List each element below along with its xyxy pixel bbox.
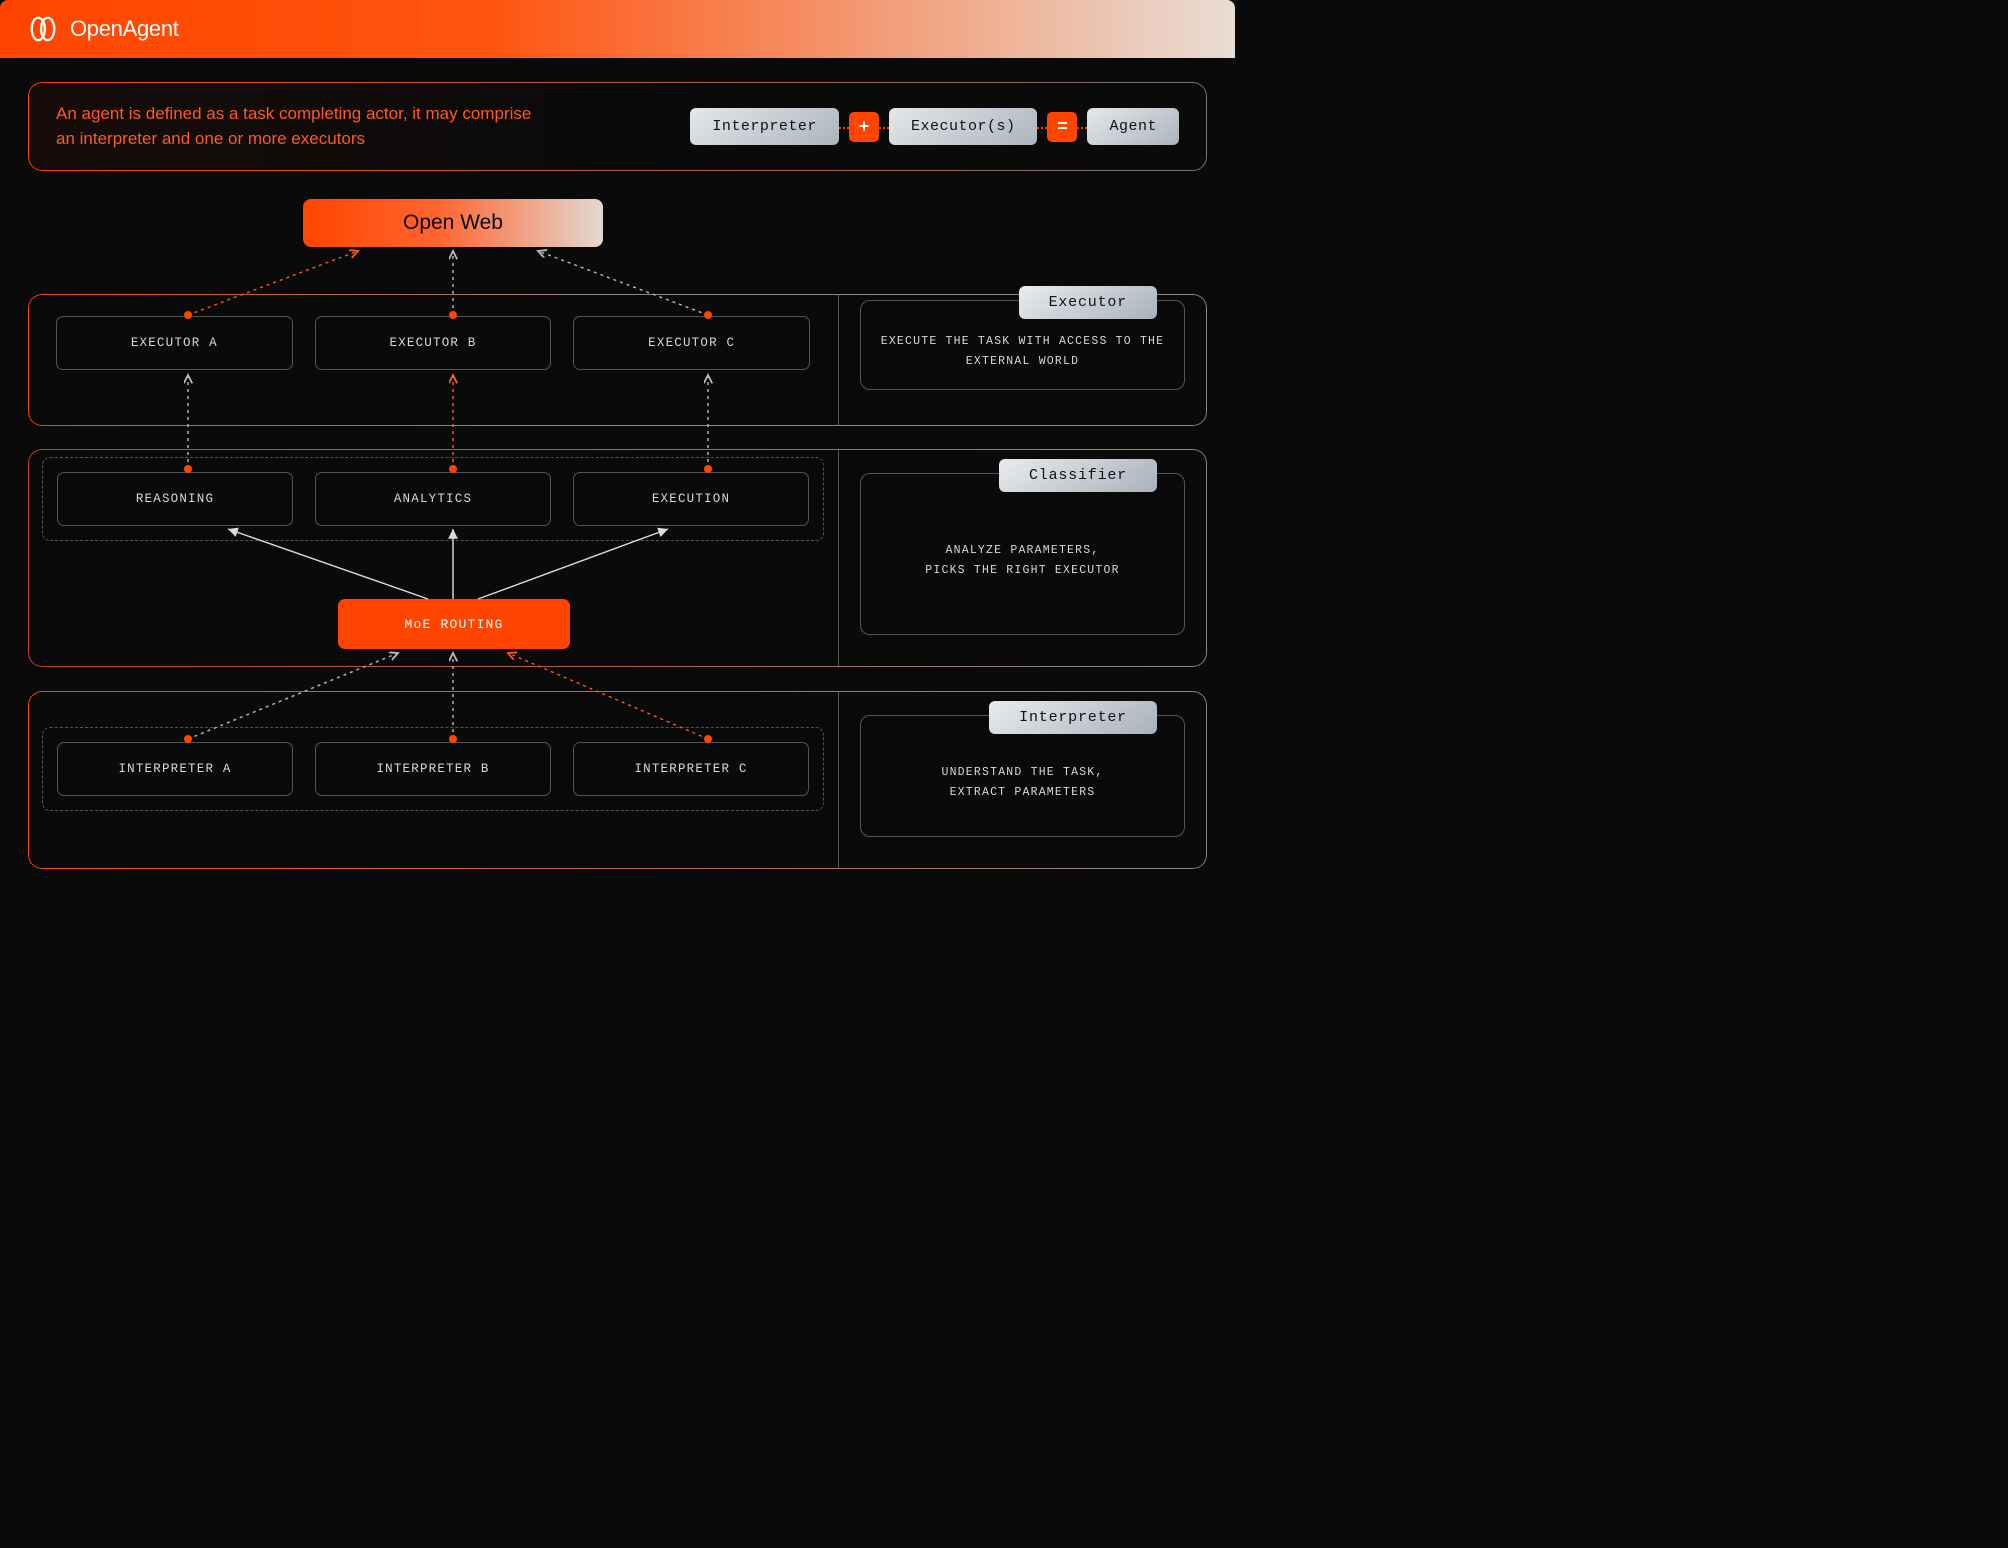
classifier-row: REASONING ANALYTICS EXECUTION MoE ROUTIN… xyxy=(28,449,1207,667)
eq-executors: Executor(s) xyxy=(889,108,1038,145)
brand-name: OpenAgent xyxy=(70,16,179,42)
interpreter-row: INTERPRETER A INTERPRETER B INTERPRETER … xyxy=(28,691,1207,869)
classifier-legend-title: Classifier xyxy=(999,459,1157,492)
interpreter-c: INTERPRETER C xyxy=(573,742,809,796)
classifier-legend-desc: ANALYZE PARAMETERS, PICKS THE RIGHT EXEC… xyxy=(860,473,1185,635)
executor-c: EXECUTOR C xyxy=(573,316,810,370)
header: OpenAgent xyxy=(0,0,1235,58)
open-web-node: Open Web xyxy=(303,199,603,247)
diagram-content: An agent is defined as a task completing… xyxy=(0,58,1235,963)
brand-logo: OpenAgent xyxy=(28,14,179,44)
moe-routing-node: MoE ROUTING xyxy=(338,599,570,649)
brand-icon xyxy=(28,14,58,44)
execution-node: EXECUTION xyxy=(573,472,809,526)
eq-interpreter: Interpreter xyxy=(690,108,839,145)
equals-icon: = xyxy=(1047,112,1077,142)
agent-equation: Interpreter + Executor(s) = Agent xyxy=(690,108,1179,145)
eq-agent: Agent xyxy=(1087,108,1179,145)
interpreter-legend-title: Interpreter xyxy=(989,701,1157,734)
reasoning-node: REASONING xyxy=(57,472,293,526)
executor-row: EXECUTOR A EXECUTOR B EXECUTOR C Executo… xyxy=(28,294,1207,426)
interpreter-b: INTERPRETER B xyxy=(315,742,551,796)
interpreter-a: INTERPRETER A xyxy=(57,742,293,796)
plus-icon: + xyxy=(849,112,879,142)
intro-box: An agent is defined as a task completing… xyxy=(28,82,1207,171)
intro-text: An agent is defined as a task completing… xyxy=(56,102,536,151)
executor-a: EXECUTOR A xyxy=(56,316,293,370)
analytics-node: ANALYTICS xyxy=(315,472,551,526)
executor-legend-title: Executor xyxy=(1019,286,1157,319)
architecture-diagram: Open Web EXECUTOR A EXECUTOR B EXECUTOR … xyxy=(28,199,1207,939)
executor-b: EXECUTOR B xyxy=(315,316,552,370)
